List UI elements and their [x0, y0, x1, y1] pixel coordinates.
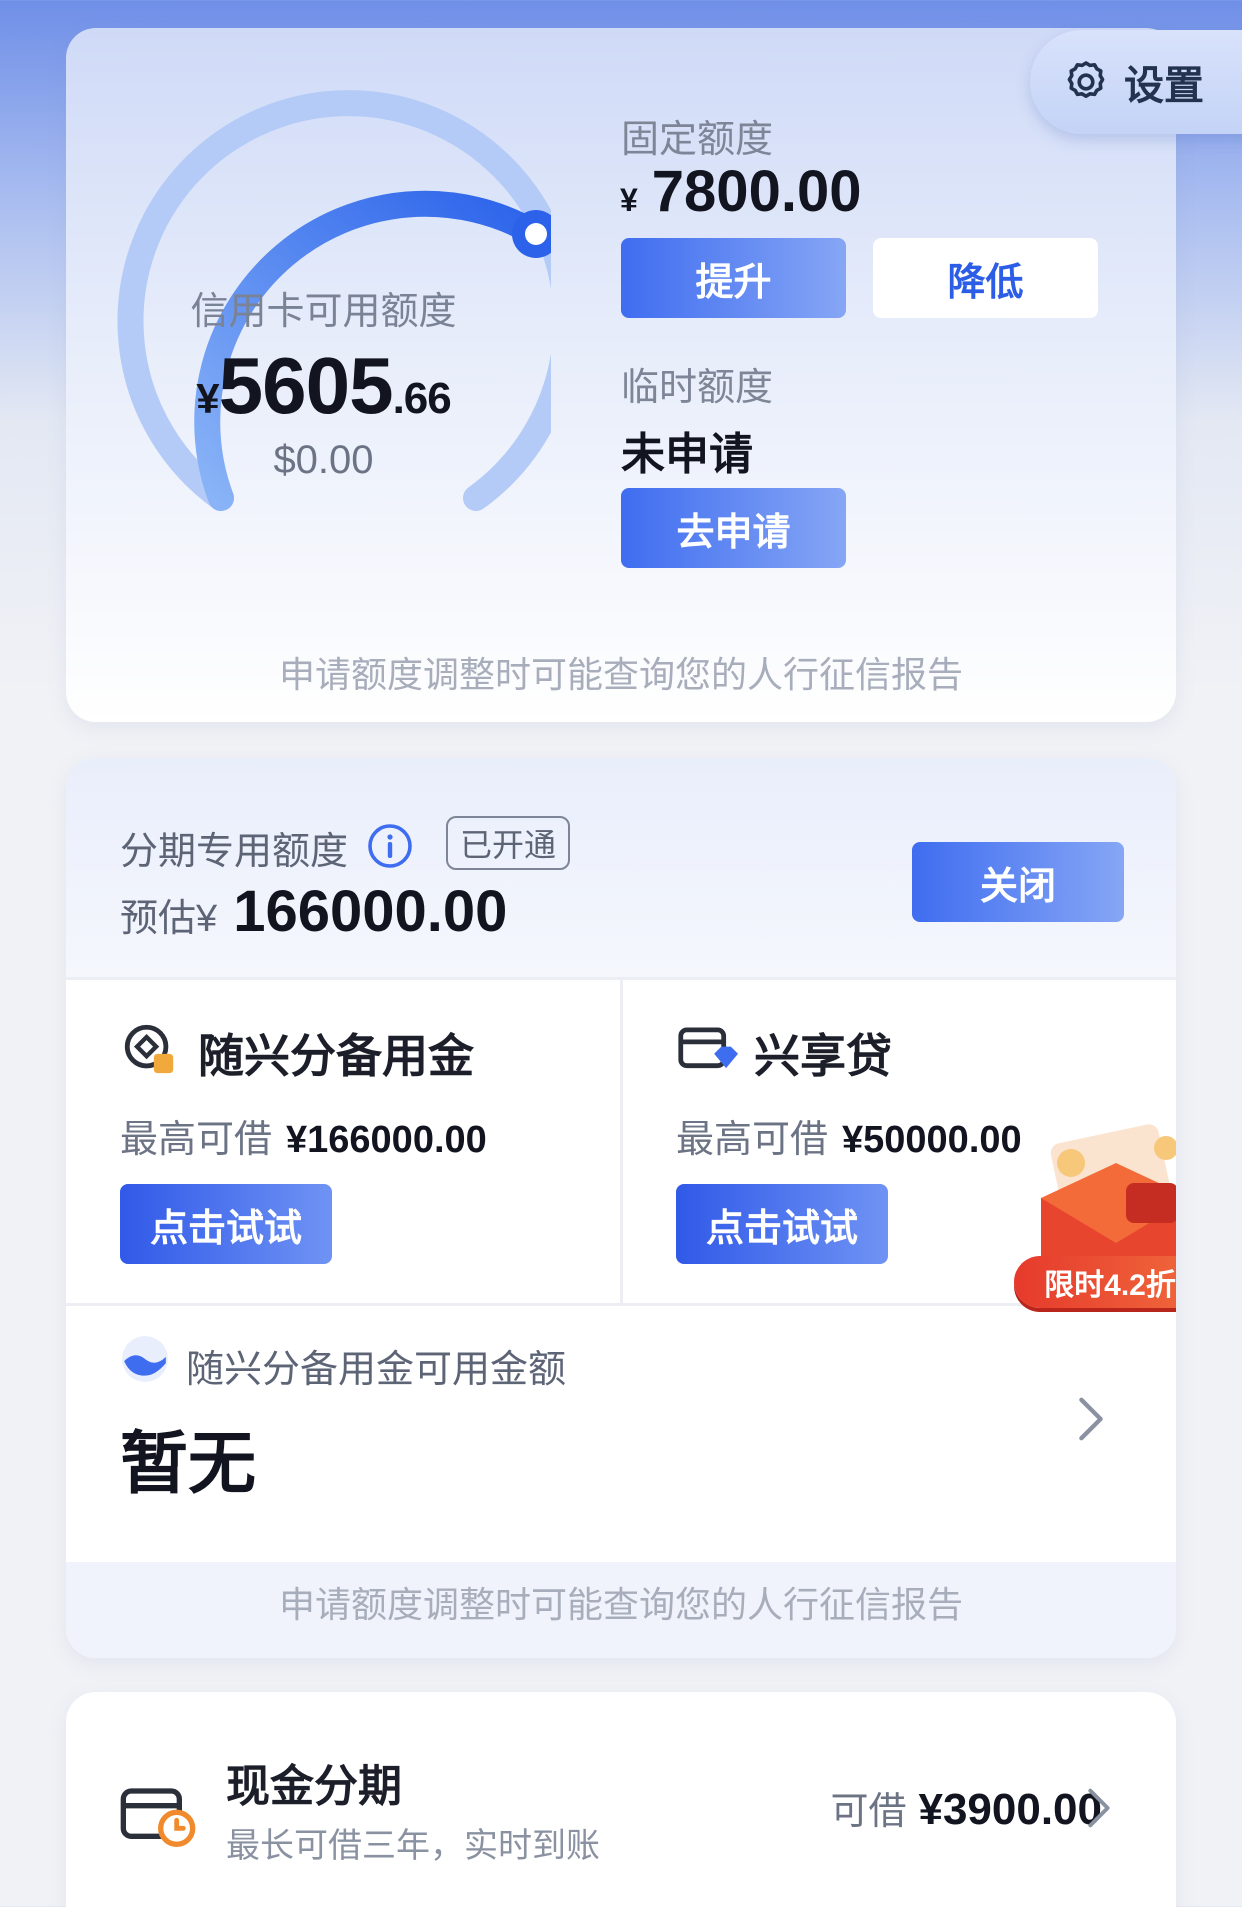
card-clock-icon [120, 1788, 196, 1847]
installment-limit-label: 分期专用额度 [120, 831, 349, 873]
settings-button[interactable]: 设置 [1030, 30, 1242, 134]
estimated-amount: 预估¥ 166000.00 [120, 879, 508, 944]
raise-limit-button[interactable]: 提升 [621, 238, 846, 318]
product-max: 最高可借 ¥166000.00 [120, 1119, 487, 1161]
coin-icon [124, 1024, 174, 1074]
product-title: 兴享贷 [754, 1030, 892, 1082]
cash-amount: 可借 ¥3900.00 [830, 1785, 1102, 1834]
promo-badge: 限时4.2折 [1014, 1256, 1176, 1308]
gear-icon [1067, 61, 1105, 98]
product-title: 随兴分备用金 [198, 1030, 474, 1082]
try-button[interactable]: 点击试试 [676, 1184, 888, 1264]
available-amount: ¥5605.66 [196, 341, 452, 430]
temporary-limit-label: 临时额度 [621, 367, 774, 409]
divider [66, 1303, 1176, 1306]
installment-header: 分期专用额度 已开通 预估¥ 166000.00 关闭 [66, 758, 1176, 980]
cash-subtitle: 最长可借三年，实时到账 [226, 1827, 600, 1865]
usd-amount: $0.00 [273, 438, 374, 482]
fixed-limit-label: 固定额度 [621, 119, 774, 161]
cash-title: 现金分期 [226, 1762, 402, 1811]
wave-logo-icon [122, 1336, 168, 1382]
divider [620, 980, 623, 1304]
apply-temporary-button[interactable]: 去申请 [621, 488, 846, 568]
lower-limit-button[interactable]: 降低 [873, 238, 1098, 318]
info-icon[interactable] [366, 822, 414, 870]
credit-report-note: 申请额度调整时可能查询您的人行征信报告 [278, 654, 963, 695]
available-limit-gauge: 信用卡可用额度 ¥5605.66 $0.00 [96, 58, 580, 523]
gauge-label: 信用卡可用额度 [190, 291, 457, 333]
product-max: 最高可借 ¥50000.00 [676, 1119, 1022, 1161]
card-diamond-icon [678, 1027, 738, 1069]
close-button[interactable]: 关闭 [912, 842, 1124, 922]
fixed-limit-amount: ¥7800.00 [620, 159, 862, 224]
temporary-limit-status: 未申请 [621, 430, 753, 479]
status-badge: 已开通 [446, 816, 570, 870]
chevron-right-icon [1088, 1788, 1110, 1828]
available-value: 暂无 [120, 1426, 257, 1502]
installment-card: 分期专用额度 已开通 预估¥ 166000.00 关闭 随兴分备用金 最高可借 ¥… [66, 758, 1176, 1658]
credit-limit-card: 信用卡可用额度 ¥5605.66 $0.00 固定额度 ¥7800.00 提升 … [66, 28, 1176, 722]
chevron-right-icon [1079, 1397, 1103, 1441]
available-label: 随兴分备用金可用金额 [186, 1349, 567, 1391]
try-button[interactable]: 点击试试 [120, 1184, 332, 1264]
settings-label: 设置 [1124, 64, 1204, 108]
credit-report-note: 申请额度调整时可能查询您的人行征信报告 [66, 1562, 1176, 1658]
cash-installment-card[interactable]: 现金分期 最长可借三年，实时到账 可借 ¥3900.00 [66, 1692, 1176, 1907]
promo-envelope[interactable]: 限时4.2折 [1014, 1103, 1176, 1308]
